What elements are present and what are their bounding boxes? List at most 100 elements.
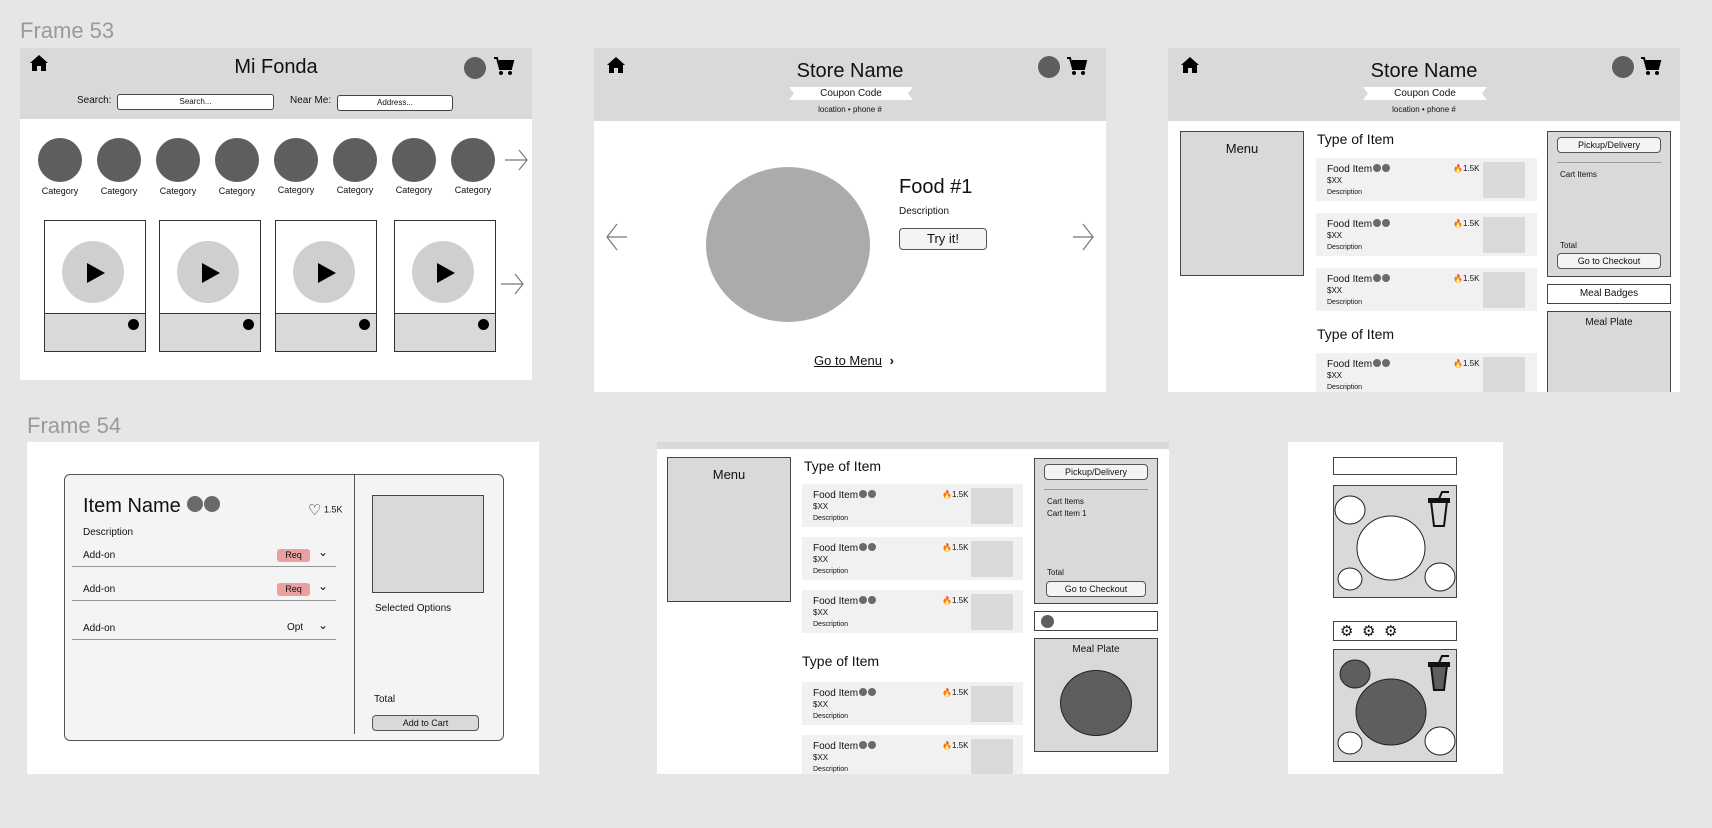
item-modal: Item Name ♡ 1.5K Description Add-on Req …: [64, 474, 504, 741]
addon-row[interactable]: Add-on Opt ⌄: [72, 618, 336, 640]
category-icon[interactable]: [215, 138, 259, 182]
food-item-card[interactable]: Food Item $XX Description 🔥1.5K: [1316, 213, 1537, 256]
chevron-down-icon[interactable]: ⌄: [318, 545, 328, 559]
like-count[interactable]: ♡ 1.5K: [308, 501, 342, 519]
chevron-down-icon[interactable]: ⌄: [318, 579, 328, 593]
fire-icon: 🔥: [942, 688, 952, 697]
category-label: Category: [336, 185, 374, 195]
category-icon[interactable]: [274, 138, 318, 182]
cart-icon[interactable]: [1640, 56, 1662, 76]
near-me-label: Near Me:: [290, 95, 332, 106]
plate-food: [1060, 670, 1132, 736]
pickup-delivery-button[interactable]: Pickup/Delivery: [1044, 464, 1148, 480]
category-icon[interactable]: [38, 138, 82, 182]
meal-plate-filled[interactable]: [1333, 649, 1457, 762]
category-row: Category Category Category Category Cate…: [36, 138, 496, 198]
coupon-banner[interactable]: Coupon Code: [1363, 87, 1487, 100]
frame-53-label: Frame 53: [20, 18, 115, 43]
cart-icon[interactable]: [1066, 56, 1088, 76]
cart-items-label: Cart Items: [1047, 497, 1084, 506]
food-item-card[interactable]: Food Item $XX Description 🔥1.5K: [802, 682, 1023, 725]
food-item-desc: Description: [1327, 384, 1363, 391]
checkout-button[interactable]: Go to Checkout: [1557, 253, 1661, 269]
category-label: Category: [41, 186, 79, 196]
badge-dots: [186, 495, 221, 518]
food-item-desc: Description: [813, 766, 849, 773]
avatar[interactable]: [1612, 56, 1634, 78]
store-location-phone: location • phone #: [1392, 105, 1456, 114]
meal-plate-label: Meal Plate: [1072, 644, 1120, 655]
go-to-menu-label: Go to Menu: [814, 353, 882, 368]
food-item-price: $XX: [1327, 176, 1343, 185]
category-icon[interactable]: [333, 138, 377, 182]
food-item-image: [971, 739, 1013, 774]
menu-sidebar[interactable]: Menu: [667, 457, 791, 602]
cart-items-label: Cart Items: [1560, 170, 1597, 179]
food-item-price: $XX: [1327, 286, 1343, 295]
play-icon[interactable]: [201, 262, 221, 284]
video-card[interactable]: [44, 220, 146, 352]
food-item-image: [1483, 357, 1525, 392]
meal-plate-box[interactable]: Meal Plate: [1547, 311, 1671, 392]
cart-icon[interactable]: [493, 56, 515, 76]
food-item-image: [1483, 217, 1525, 253]
food-item-card[interactable]: Food Item $XX Description 🔥1.5K: [1316, 158, 1537, 201]
heart-icon[interactable]: ♡: [308, 502, 321, 519]
badge-dots: [858, 490, 877, 501]
category-label: Category: [277, 185, 315, 195]
meal-plate-empty[interactable]: [1333, 485, 1457, 598]
arrow-right-icon[interactable]: [1072, 222, 1094, 252]
category-icon[interactable]: [97, 138, 141, 182]
menu-sidebar[interactable]: Menu: [1180, 131, 1304, 276]
search-input[interactable]: Search...: [117, 94, 274, 110]
section-title: Type of Item: [804, 458, 882, 474]
food-item-name: Food Item: [1327, 274, 1391, 285]
fire-icon: 🔥: [1453, 219, 1463, 228]
category-icon[interactable]: [451, 138, 495, 182]
cart-panel: Pickup/Delivery Cart Items Cart Item 1 T…: [1034, 458, 1158, 604]
play-icon[interactable]: [317, 262, 337, 284]
pickup-delivery-button[interactable]: Pickup/Delivery: [1557, 137, 1661, 153]
category-icon[interactable]: [392, 138, 436, 182]
play-icon[interactable]: [86, 262, 106, 284]
cart-item-1[interactable]: Cart Item 1: [1047, 509, 1087, 518]
meal-badges-box[interactable]: [1034, 611, 1158, 631]
meal-plate-box[interactable]: Meal Plate: [1034, 638, 1158, 752]
fire-icon: 🔥: [942, 741, 952, 750]
video-card[interactable]: [159, 220, 261, 352]
meal-badges-empty[interactable]: [1333, 457, 1457, 475]
badge-dots: [1372, 219, 1391, 230]
meal-badges-box[interactable]: Meal Badges: [1547, 284, 1671, 304]
chevron-down-icon[interactable]: ⌄: [318, 618, 328, 632]
arrow-right-icon[interactable]: [500, 272, 524, 296]
try-it-button[interactable]: Try it!: [899, 228, 987, 250]
food-item-card[interactable]: Food Item $XX Description 🔥1.5K: [802, 537, 1023, 580]
food-item-card[interactable]: Food Item $XX Description 🔥1.5K: [802, 484, 1023, 527]
play-icon[interactable]: [436, 262, 456, 284]
food-item-card[interactable]: Food Item $XX Description 🔥1.5K: [802, 590, 1023, 633]
video-card[interactable]: [275, 220, 377, 352]
meal-badges-filled[interactable]: ⚙ ⚙ ⚙: [1333, 621, 1457, 641]
go-to-menu-link[interactable]: Go to Menu ›: [814, 353, 894, 368]
total-label: Total: [1560, 241, 1577, 250]
addon-row[interactable]: Add-on Req ⌄: [72, 545, 336, 567]
checkout-button[interactable]: Go to Checkout: [1046, 581, 1146, 597]
food-item-card[interactable]: Food Item $XX Description 🔥1.5K: [1316, 268, 1537, 311]
addon-row[interactable]: Add-on Req ⌄: [72, 579, 336, 601]
avatar[interactable]: [464, 57, 486, 79]
popularity: 🔥1.5K: [942, 688, 969, 697]
video-card[interactable]: [394, 220, 496, 352]
fire-icon: 🔥: [942, 543, 952, 552]
item-name: Item Name: [83, 495, 221, 518]
food-item-card[interactable]: Food Item $XX Description 🔥1.5K: [802, 735, 1023, 774]
arrow-left-icon[interactable]: [606, 222, 628, 252]
food-item-name: Food Item: [813, 596, 877, 607]
arrow-right-icon[interactable]: [504, 148, 528, 172]
item-image: [372, 495, 484, 593]
avatar[interactable]: [1038, 56, 1060, 78]
category-icon[interactable]: [156, 138, 200, 182]
address-input[interactable]: Address...: [337, 95, 453, 111]
food-item-card[interactable]: Food Item $XX Description 🔥1.5K: [1316, 353, 1537, 392]
coupon-banner[interactable]: Coupon Code: [789, 87, 913, 100]
add-to-cart-button[interactable]: Add to Cart: [372, 715, 479, 731]
